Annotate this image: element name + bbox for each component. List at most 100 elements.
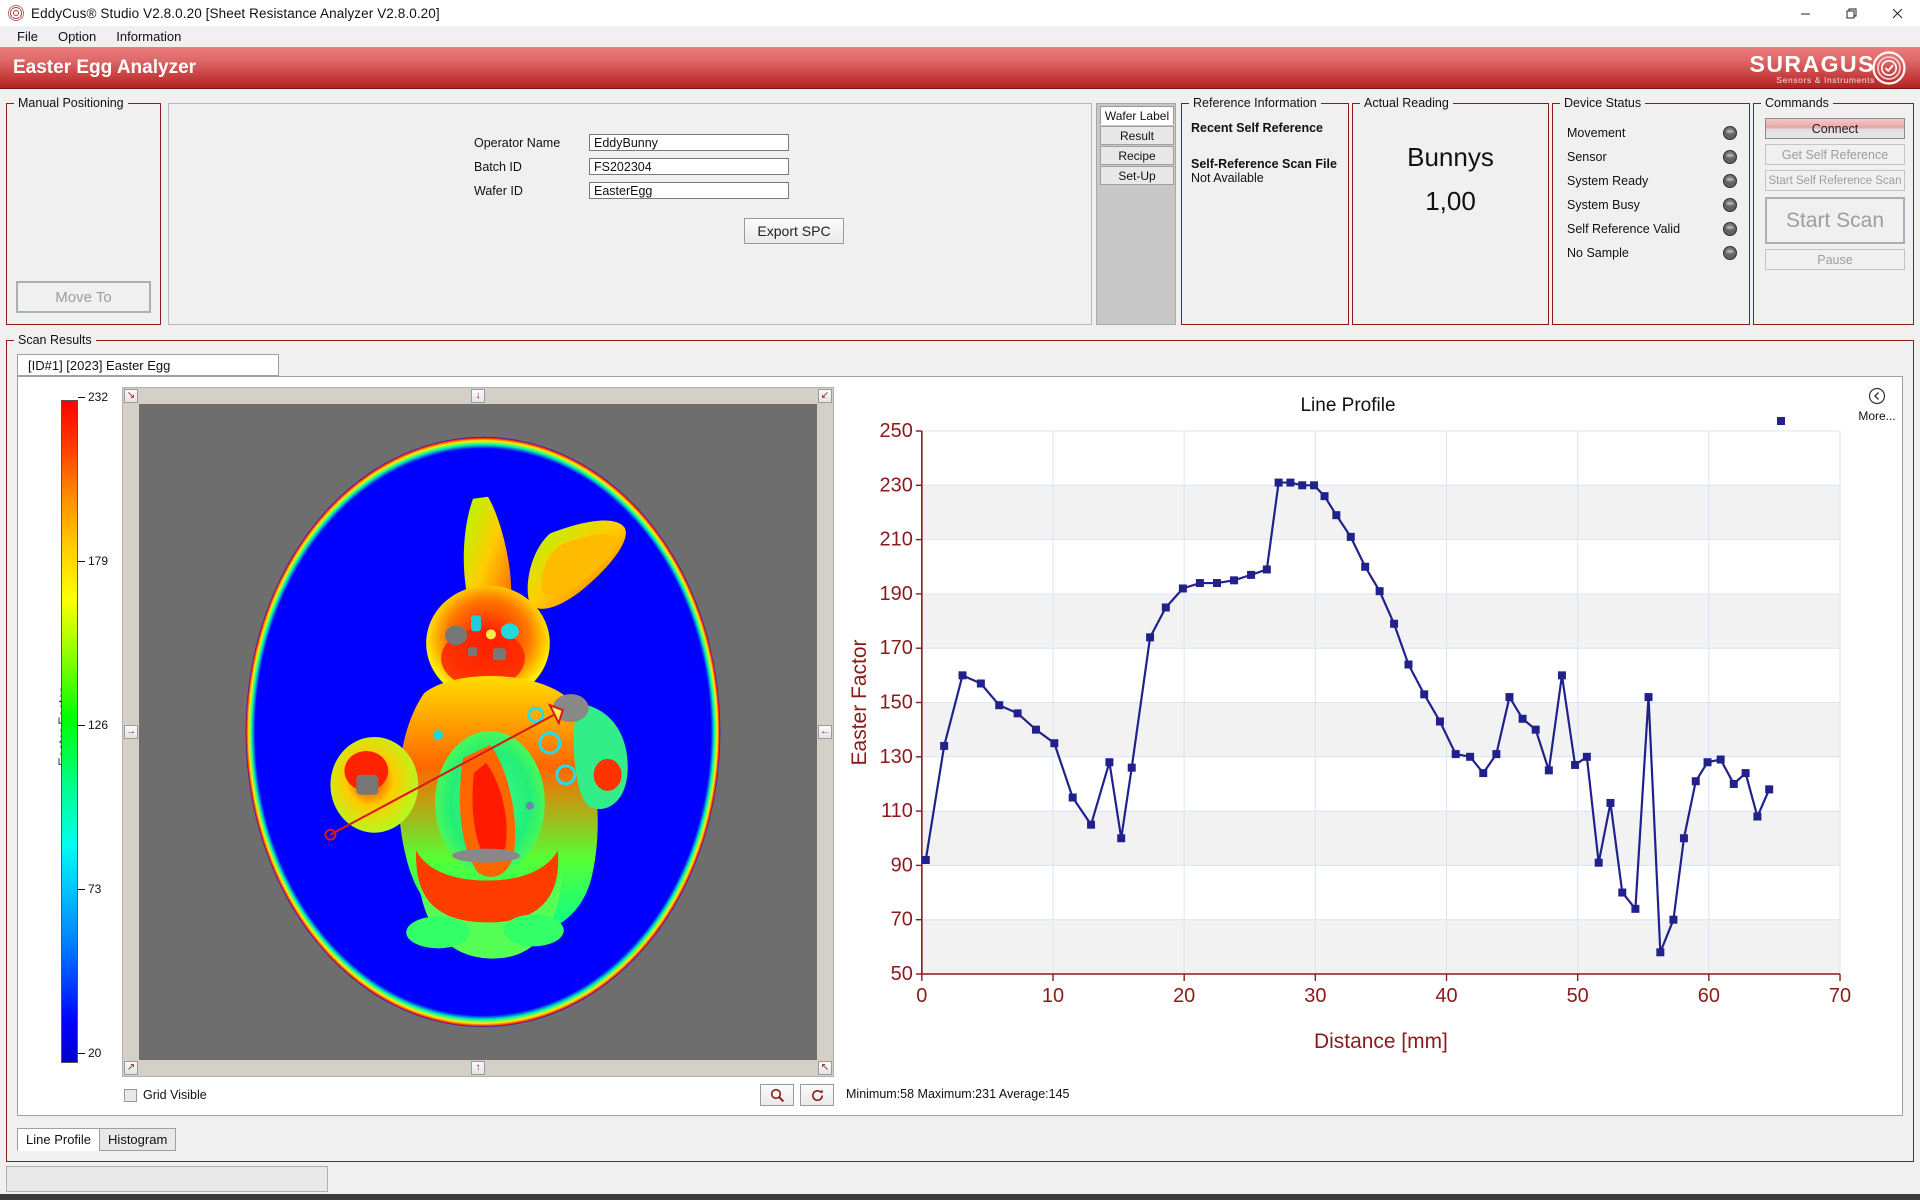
menu-information[interactable]: Information [107,27,190,46]
suragus-mark-icon [1872,51,1906,85]
device-status-label: System Busy [1567,198,1640,212]
colorbar: Easter Factor 2321791267320 [30,389,120,1065]
heatmap-viewport[interactable]: ↘ ↓ ↙ → ← ↗ ↑ ↖ [122,387,834,1077]
wafer-form-panel: Operator Name EddyBunny Batch ID FS20230… [168,103,1092,325]
actual-reading-panel: Actual Reading Bunnys 1,00 [1352,96,1549,325]
device-status-caption: Device Status [1560,96,1646,110]
data-point-marker [1691,777,1700,786]
colorbar-tick: 73 [78,882,101,896]
minimize-button[interactable] [1782,0,1828,26]
maximize-button[interactable] [1828,0,1874,26]
data-point-marker [1298,481,1307,490]
device-status-row: System Busy [1567,193,1737,217]
data-point-marker [1679,834,1688,843]
data-point-marker [1618,888,1627,897]
zoom-tool-button[interactable] [760,1084,794,1106]
device-status-label: No Sample [1567,246,1629,260]
data-point-marker [1557,671,1566,680]
batch-id-label: Batch ID [474,159,522,174]
pan-down-left-icon[interactable]: ↗ [124,1061,138,1075]
y-tick-label: 90 [891,854,913,876]
move-to-button[interactable]: Move To [16,281,151,313]
data-point-marker [1669,915,1678,924]
actual-reading-value: 1,00 [1425,186,1476,216]
start-scan-button[interactable]: Start Scan [1765,197,1905,244]
device-status-label: Self Reference Valid [1567,222,1681,236]
data-point-marker [1420,690,1429,699]
pan-down-right-icon[interactable]: ↖ [818,1061,832,1075]
grid-visible-checkbox[interactable] [124,1088,137,1102]
data-point-marker [1606,798,1615,807]
bottom-tab-line-profile[interactable]: Line Profile [17,1128,101,1151]
data-point-marker [1310,481,1319,490]
pan-down-icon[interactable]: ↓ [471,389,485,403]
device-status-list: Movement Sensor System Ready System Busy Sel… [1567,121,1737,265]
banner-title: Easter Egg Analyzer [13,56,197,78]
status-led-movement [1723,126,1737,140]
batch-id-input[interactable]: FS202304 [589,158,789,175]
data-point-marker [1571,760,1580,769]
y-axis-label: Easter Factor [848,639,871,765]
data-point-marker [1031,725,1040,734]
scan-bottom-tabs: Line Profile Histogram [17,1128,177,1151]
data-point-marker [1050,739,1059,748]
wafer-id-input[interactable]: EasterEgg [589,182,789,199]
data-point-marker [1390,619,1399,628]
recent-self-reference-label: Recent Self Reference [1191,121,1324,135]
data-point-marker [1068,793,1077,802]
bottom-tab-histogram[interactable]: Histogram [99,1128,177,1151]
device-status-row: System Ready [1567,169,1737,193]
close-button[interactable] [1874,0,1920,26]
connect-button[interactable]: Connect [1765,118,1905,139]
menu-file[interactable]: File [8,27,47,46]
menu-option[interactable]: Option [49,27,105,46]
status-field-left [6,1166,328,1192]
status-led-sensor [1723,150,1737,164]
y-tick-label: 110 [881,800,913,822]
scan-result-tab[interactable]: [ID#1] [2023] Easter Egg [17,354,279,376]
data-point-marker [1087,820,1096,829]
tab-recipe[interactable]: Recipe [1100,146,1174,165]
data-point-marker [1262,565,1271,574]
export-spc-button[interactable]: Export SPC [744,218,844,244]
chart-title: Line Profile [1300,395,1396,416]
pan-up-right-icon[interactable]: ↙ [818,389,832,403]
logo-tagline: Sensors & Instruments [1776,75,1875,85]
wafer-id-label: Wafer ID [474,183,523,198]
reference-information-caption: Reference Information [1189,96,1321,110]
heatmap-svg [139,404,817,1060]
tab-wafer-label[interactable]: Wafer Label [1100,106,1174,125]
pan-left-icon[interactable]: ← [818,725,832,739]
scan-results-panel: Scan Results [ID#1] [2023] Easter Egg Ea… [6,333,1914,1162]
data-point-marker [1435,717,1444,726]
more-label[interactable]: More... [1856,409,1898,423]
menu-bar: File Option Information [0,26,1920,47]
tab-setup[interactable]: Set-Up [1100,166,1174,185]
data-point-marker [1361,562,1370,571]
data-point-marker [1375,587,1384,596]
operator-name-input[interactable]: EddyBunny [589,134,789,151]
self-reference-scan-file-value: Not Available [1191,171,1264,185]
x-tick-label: 40 [1435,985,1457,1007]
more-panel[interactable]: More... [1856,387,1898,423]
pan-up-left-icon[interactable]: ↘ [124,389,138,403]
device-status-row: Self Reference Valid [1567,217,1737,241]
y-tick-label: 170 [880,637,913,659]
tab-result[interactable]: Result [1100,126,1174,145]
device-status-label: Sensor [1567,150,1607,164]
start-self-reference-scan-button[interactable]: Start Self Reference Scan [1765,170,1905,191]
pause-button[interactable]: Pause [1765,249,1905,270]
colorbar-tick: 20 [78,1046,101,1060]
pan-right-icon[interactable]: → [124,725,138,739]
data-point-marker [1703,758,1712,767]
y-tick-label: 250 [880,420,913,442]
colorbar-tick: 232 [78,390,108,404]
get-self-reference-button[interactable]: Get Self Reference [1765,144,1905,165]
chevron-left-circle-icon[interactable] [1856,387,1898,408]
heatmap-canvas[interactable] [139,404,817,1060]
pan-up-icon[interactable]: ↑ [471,1061,485,1075]
form-row: Wafer ID EasterEgg [474,182,844,199]
reset-view-button[interactable] [800,1084,834,1106]
data-point-marker [958,671,967,680]
colorbar-tick: 126 [78,718,108,732]
